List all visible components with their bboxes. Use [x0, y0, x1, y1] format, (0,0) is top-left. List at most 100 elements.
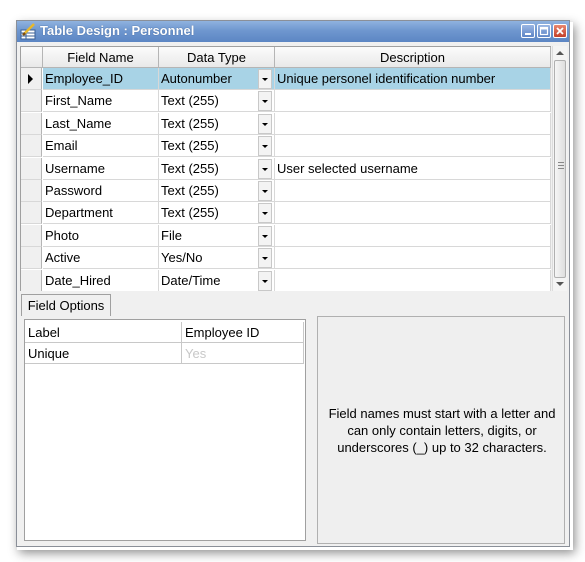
description-cell[interactable] — [275, 135, 551, 158]
table-row[interactable]: Date_Hired Date/Time — [21, 269, 551, 291]
grid-vertical-scrollbar[interactable] — [552, 46, 567, 291]
field-name-cell[interactable]: Department — [43, 202, 159, 225]
close-icon — [556, 27, 564, 35]
data-type-value: Text (255) — [161, 115, 219, 131]
data-type-value: File — [161, 227, 182, 243]
field-option-name: Unique — [25, 343, 182, 364]
description-cell[interactable] — [275, 180, 551, 202]
column-header-field-name[interactable]: Field Name — [43, 47, 159, 68]
data-type-dropdown-button[interactable] — [258, 113, 272, 134]
data-type-dropdown-button[interactable] — [258, 158, 272, 179]
description-cell[interactable] — [275, 224, 551, 247]
scrollbar-thumb[interactable] — [554, 60, 566, 278]
description-cell[interactable]: Unique personel identification number — [275, 68, 551, 90]
table-row[interactable]: Employee_ID Autonumber Unique personel ide… — [21, 68, 551, 90]
row-selector[interactable] — [21, 135, 42, 158]
row-selector[interactable] — [21, 157, 42, 180]
data-type-dropdown-button[interactable] — [258, 270, 272, 291]
table-design-icon — [20, 23, 36, 40]
table-row[interactable]: First_Name Text (255) — [21, 90, 551, 113]
title-bar[interactable]: Table Design : Personnel — [17, 21, 569, 42]
row-selector[interactable] — [21, 224, 42, 247]
data-type-value: Text (255) — [161, 205, 219, 221]
data-type-value: Text (255) — [161, 160, 219, 176]
field-option-row-unique[interactable]: Unique Yes — [25, 343, 305, 364]
field-name-cell[interactable]: Date_Hired — [43, 269, 159, 291]
tab-field-options[interactable]: Field Options — [21, 294, 111, 316]
data-type-cell[interactable]: File — [159, 224, 275, 247]
row-selector[interactable] — [21, 112, 42, 135]
field-name-cell[interactable]: Last_Name — [43, 112, 159, 135]
table-row[interactable]: Photo File — [21, 224, 551, 247]
data-type-dropdown-button[interactable] — [258, 136, 272, 157]
description-cell[interactable] — [275, 90, 551, 113]
field-name-cell[interactable]: First_Name — [43, 90, 159, 113]
data-type-value: Text (255) — [161, 93, 219, 109]
data-type-cell[interactable]: Date/Time — [159, 269, 275, 291]
field-option-value[interactable]: Employee ID — [182, 322, 304, 343]
data-type-cell[interactable]: Text (255) — [159, 180, 275, 202]
data-type-cell[interactable]: Autonumber — [159, 68, 275, 90]
maximize-button[interactable] — [537, 24, 551, 38]
help-panel: Field names must start with a letter and… — [317, 316, 565, 544]
field-option-name: Label — [25, 322, 182, 343]
data-type-cell[interactable]: Text (255) — [159, 135, 275, 158]
table-row[interactable]: Department Text (255) — [21, 202, 551, 225]
field-option-row-label[interactable]: Label Employee ID — [25, 322, 305, 343]
close-button[interactable] — [553, 24, 567, 38]
data-type-cell[interactable]: Text (255) — [159, 157, 275, 180]
current-row-arrow-icon — [28, 74, 33, 84]
row-selector[interactable] — [21, 247, 42, 270]
description-cell[interactable]: User selected username — [275, 157, 551, 180]
data-type-cell[interactable]: Text (255) — [159, 112, 275, 135]
data-type-value: Autonumber — [161, 71, 232, 86]
field-options-table: Label Employee ID Unique Yes — [24, 319, 306, 541]
field-option-value[interactable]: Yes — [182, 343, 304, 364]
data-type-cell[interactable]: Text (255) — [159, 202, 275, 225]
data-type-dropdown-button[interactable] — [258, 91, 272, 112]
scroll-down-arrow-icon[interactable] — [556, 282, 564, 287]
data-type-cell[interactable]: Yes/No — [159, 247, 275, 270]
data-type-dropdown-button[interactable] — [258, 181, 272, 201]
field-name-cell[interactable]: Password — [43, 180, 159, 202]
window-title: Table Design : Personnel — [40, 23, 195, 38]
data-type-value: Text (255) — [161, 138, 219, 154]
column-header-description[interactable]: Description — [275, 47, 551, 68]
description-cell[interactable] — [275, 112, 551, 135]
table-row[interactable]: Last_Name Text (255) — [21, 112, 551, 135]
data-type-dropdown-button[interactable] — [258, 69, 272, 89]
help-text: Field names must start with a letter and… — [328, 406, 556, 455]
header-selector-cell — [21, 47, 43, 68]
row-selector[interactable] — [21, 269, 42, 291]
field-name-cell[interactable]: Photo — [43, 224, 159, 247]
minimize-icon — [525, 33, 531, 35]
data-type-dropdown-button[interactable] — [258, 248, 272, 269]
data-type-dropdown-button[interactable] — [258, 225, 272, 246]
field-name-cell[interactable]: Username — [43, 157, 159, 180]
table-row[interactable]: Active Yes/No — [21, 247, 551, 270]
table-design-window: Table Design : Personnel Field Name Data… — [16, 20, 570, 547]
data-type-value: Date/Time — [161, 272, 221, 288]
description-cell[interactable] — [275, 269, 551, 291]
field-name-cell[interactable]: Active — [43, 247, 159, 270]
maximize-icon — [539, 26, 549, 36]
row-selector[interactable] — [21, 202, 42, 225]
field-grid: Field Name Data Type Description Employe… — [20, 46, 551, 291]
row-selector[interactable] — [21, 180, 42, 202]
description-cell[interactable] — [275, 202, 551, 225]
description-cell[interactable] — [275, 247, 551, 270]
row-selector[interactable] — [21, 90, 42, 113]
data-type-cell[interactable]: Text (255) — [159, 90, 275, 113]
row-selector[interactable] — [21, 68, 42, 90]
data-type-dropdown-button[interactable] — [258, 203, 272, 224]
minimize-button[interactable] — [521, 24, 535, 38]
table-row[interactable]: Username Text (255) User selected username — [21, 157, 551, 180]
data-type-value: Text (255) — [161, 183, 219, 198]
column-header-data-type[interactable]: Data Type — [159, 47, 275, 68]
table-row[interactable]: Password Text (255) — [21, 180, 551, 202]
field-name-cell[interactable]: Email — [43, 135, 159, 158]
scroll-up-arrow-icon[interactable] — [556, 50, 564, 55]
data-type-value: Yes/No — [161, 250, 203, 266]
table-row[interactable]: Email Text (255) — [21, 135, 551, 158]
field-name-cell[interactable]: Employee_ID — [43, 68, 159, 90]
